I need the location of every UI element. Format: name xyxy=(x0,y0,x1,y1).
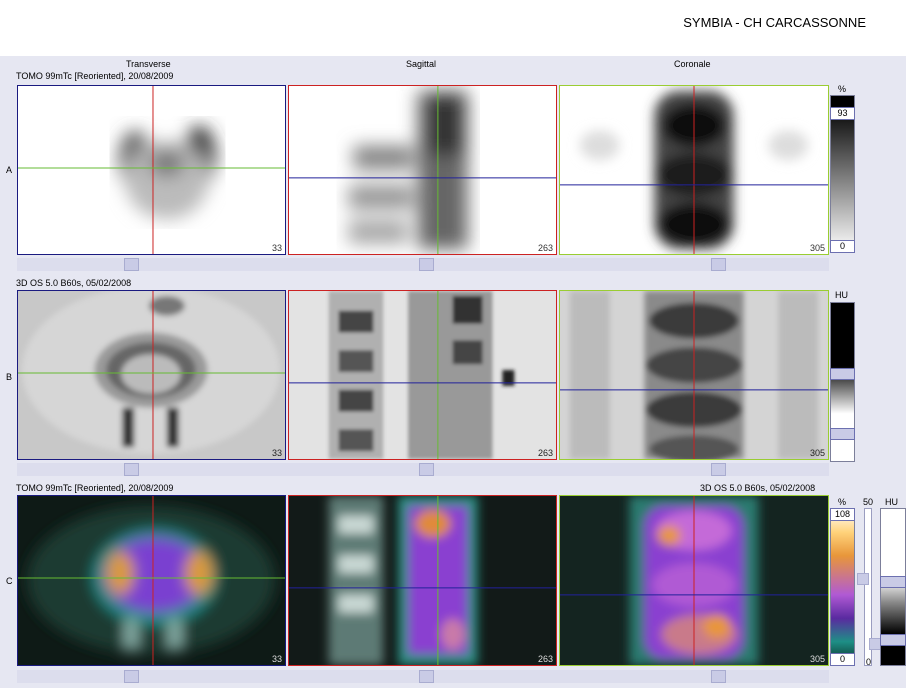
row-c-blend-max: 50 xyxy=(863,497,874,507)
title-bar: SYMBIA - CH CARCASSONNE xyxy=(0,0,906,56)
row-c-scale-max[interactable]: 108 xyxy=(830,508,855,521)
row-c-sagittal-view[interactable]: 263 xyxy=(288,495,557,666)
row-c-sagittal-slider[interactable] xyxy=(419,670,434,683)
row-c-coronal-slider[interactable] xyxy=(711,670,726,683)
row-c-series-right-label: 3D OS 5.0 B60s, 05/02/2008 xyxy=(700,483,816,493)
row-c-fusion-slider-handle[interactable] xyxy=(857,573,869,585)
row-c-pct-unit: % xyxy=(838,497,847,507)
row-a-coronal-slice: 305 xyxy=(809,243,825,253)
row-a-coronal-slider[interactable] xyxy=(711,258,726,271)
row-b-window-upper-handle[interactable] xyxy=(830,368,855,380)
row-b-coronal-view[interactable]: 305 xyxy=(559,290,829,460)
row-c-coronal-slice: 305 xyxy=(809,654,825,664)
row-b-series-label: 3D OS 5.0 B60s, 05/02/2008 xyxy=(16,278,132,288)
viewer-panel: Transverse Sagittal Coronale TOMO 99mTc … xyxy=(0,56,906,688)
row-a-series-label: TOMO 99mTc [Reoriented], 20/08/2009 xyxy=(16,71,174,81)
row-c-transverse-view[interactable]: 33 xyxy=(17,495,286,666)
row-c-sagittal-slice: 263 xyxy=(537,654,553,664)
row-c-coronal-view[interactable]: 305 xyxy=(559,495,829,666)
row-b-transverse-slider[interactable] xyxy=(124,463,139,476)
row-a-sagittal-view[interactable]: 263 xyxy=(288,85,557,255)
row-a-scale-min[interactable]: 0 xyxy=(830,240,855,253)
row-a-transverse-view[interactable]: 33 xyxy=(17,85,286,255)
row-a-scale-unit: % xyxy=(838,84,847,94)
row-b-coronal-slice: 305 xyxy=(809,448,825,458)
row-c-hu-lower-handle[interactable] xyxy=(880,634,906,646)
row-a-label: A xyxy=(6,165,13,175)
row-b-transverse-view[interactable]: 33 xyxy=(17,290,286,460)
row-a-transverse-slice: 33 xyxy=(271,243,282,253)
row-c-hu-unit: HU xyxy=(885,497,898,507)
column-header-coronal: Coronale xyxy=(674,59,711,69)
row-b-transverse-slice: 33 xyxy=(271,448,282,458)
row-b-sagittal-view[interactable]: 263 xyxy=(288,290,557,460)
row-b-window-lower-handle[interactable] xyxy=(830,428,855,440)
row-c-petcolor-bar xyxy=(830,508,855,666)
row-c-series-left-label: TOMO 99mTc [Reoriented], 20/08/2009 xyxy=(16,483,174,493)
row-c-blend-min: 0 xyxy=(866,657,872,667)
row-c-transverse-slider[interactable] xyxy=(124,670,139,683)
row-a-coronal-view[interactable]: 305 xyxy=(559,85,829,255)
row-a-sagittal-slice: 263 xyxy=(537,243,553,253)
row-a-transverse-slider[interactable] xyxy=(124,258,139,271)
site-title: SYMBIA - CH CARCASSONNE xyxy=(683,15,866,30)
row-b-coronal-slider[interactable] xyxy=(711,463,726,476)
row-b-scale-unit: HU xyxy=(835,290,848,300)
row-a-sagittal-slider[interactable] xyxy=(419,258,434,271)
column-header-sagittal: Sagittal xyxy=(406,59,437,69)
row-a-scale-max[interactable]: 93 xyxy=(830,107,855,120)
row-c-transverse-slice: 33 xyxy=(271,654,282,664)
row-b-sagittal-slider[interactable] xyxy=(419,463,434,476)
row-c-scale-min[interactable]: 0 xyxy=(830,653,855,666)
column-header-transverse: Transverse xyxy=(126,59,171,69)
row-c-hu-upper-handle[interactable] xyxy=(880,576,906,588)
row-b-sagittal-slice: 263 xyxy=(537,448,553,458)
row-b-label: B xyxy=(6,372,13,382)
row-c-label: C xyxy=(6,576,13,586)
